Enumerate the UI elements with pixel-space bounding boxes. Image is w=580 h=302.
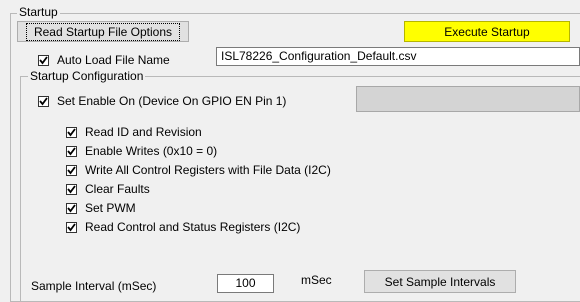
read-status-registers-checkbox[interactable]: Read Control and Status Registers (I2C)	[66, 220, 300, 234]
set-pwm-label: Set PWM	[85, 201, 136, 215]
checkmark-icon	[39, 55, 48, 64]
set-sample-intervals-label: Set Sample Intervals	[384, 274, 496, 289]
set-enable-checkbox[interactable]: Set Enable On (Device On GPIO EN Pin 1)	[38, 94, 286, 108]
startup-group-label: Startup	[17, 5, 60, 19]
set-sample-intervals-button[interactable]: Set Sample Intervals	[364, 270, 516, 293]
read-status-label: Read Control and Status Registers (I2C)	[85, 220, 301, 234]
checkmark-icon	[67, 184, 76, 193]
msec-unit-label: mSec	[301, 273, 332, 287]
set-enable-checkbox-box[interactable]	[38, 95, 49, 107]
startup-configuration-label: Startup Configuration	[28, 69, 146, 83]
execute-startup-button[interactable]: Execute Startup	[404, 21, 570, 42]
enable-writes-checkbox-box[interactable]	[66, 145, 77, 157]
auto-load-file-name-checkbox[interactable]: Auto Load File Name	[38, 53, 170, 67]
execute-startup-label: Execute Startup	[444, 24, 530, 39]
clear-faults-checkbox-box[interactable]	[66, 183, 77, 195]
enable-writes-label: Enable Writes (0x10 = 0)	[85, 144, 218, 158]
auto-load-checkbox-box[interactable]	[38, 54, 49, 66]
clear-faults-checkbox[interactable]: Clear Faults	[66, 182, 150, 196]
auto-load-label: Auto Load File Name	[57, 53, 170, 67]
checkmark-icon	[67, 203, 76, 212]
sample-interval-input[interactable]: 100	[217, 274, 274, 293]
file-name-input[interactable]: ISL78226_Configuration_Default.csv	[216, 47, 580, 66]
checkmark-icon	[67, 146, 76, 155]
read-id-label: Read ID and Revision	[85, 125, 202, 139]
checkmark-icon	[67, 222, 76, 231]
read-startup-file-options-button[interactable]: Read Startup File Options	[17, 21, 189, 42]
sample-interval-label: Sample Interval (mSec)	[31, 279, 157, 293]
write-control-registers-checkbox[interactable]: Write All Control Registers with File Da…	[66, 163, 331, 177]
clear-faults-label: Clear Faults	[85, 182, 150, 196]
write-control-checkbox-box[interactable]	[66, 164, 77, 176]
checkmark-icon	[67, 165, 76, 174]
enable-writes-checkbox[interactable]: Enable Writes (0x10 = 0)	[66, 144, 217, 158]
set-pwm-checkbox[interactable]: Set PWM	[66, 201, 136, 215]
read-id-revision-checkbox[interactable]: Read ID and Revision	[66, 125, 202, 139]
write-control-label: Write All Control Registers with File Da…	[85, 163, 331, 177]
read-status-checkbox-box[interactable]	[66, 221, 77, 233]
set-enable-label: Set Enable On (Device On GPIO EN Pin 1)	[57, 94, 287, 108]
read-id-checkbox-box[interactable]	[66, 126, 77, 138]
checkmark-icon	[67, 127, 76, 136]
read-startup-file-options-label: Read Startup File Options	[25, 22, 181, 41]
checkmark-icon	[39, 96, 48, 105]
set-pwm-checkbox-box[interactable]	[66, 202, 77, 214]
gpio-status-display	[356, 86, 580, 112]
